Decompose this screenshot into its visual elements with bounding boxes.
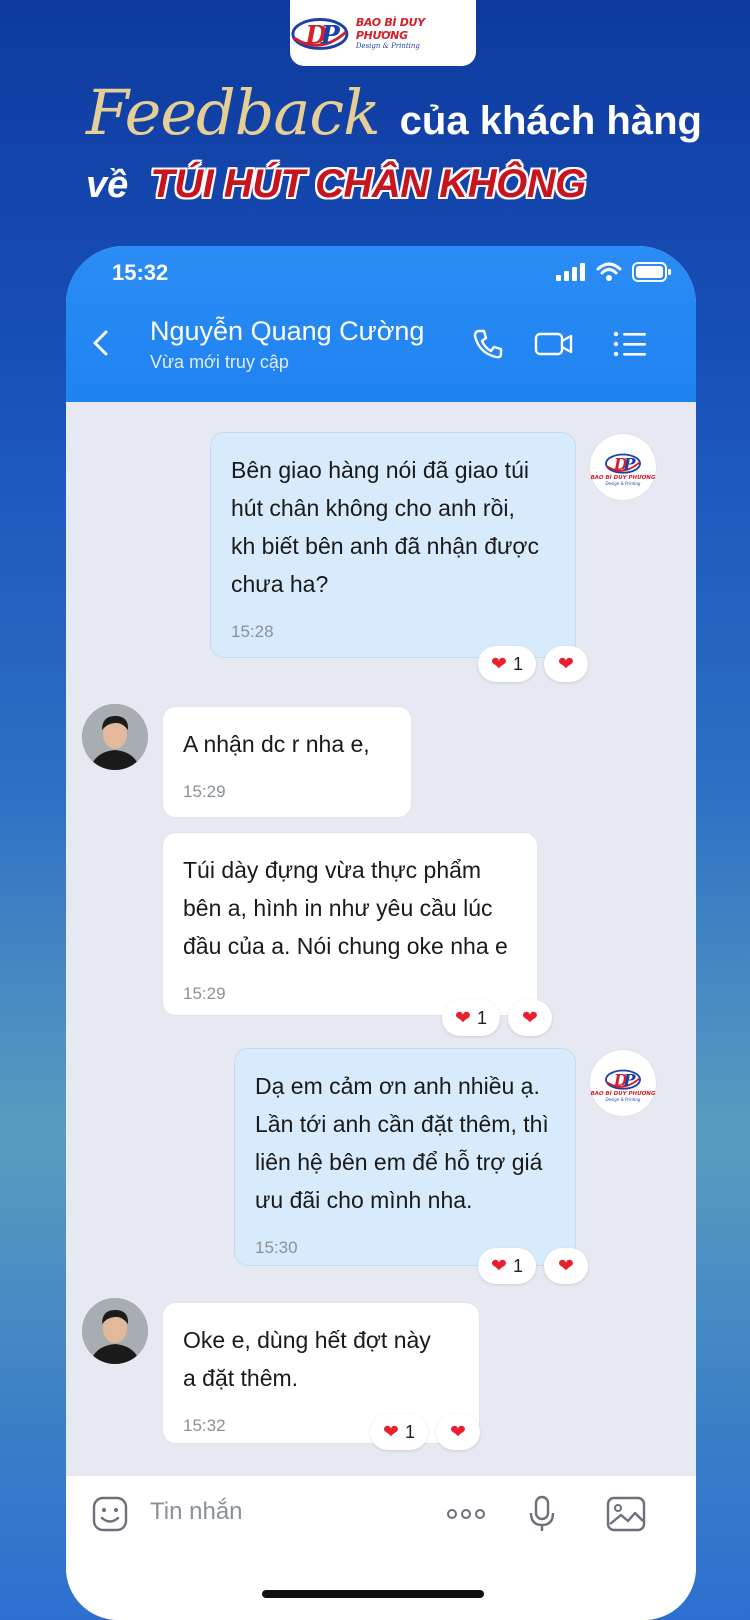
person-avatar-icon xyxy=(82,1298,148,1364)
voice-button[interactable] xyxy=(522,1494,562,1534)
reaction-count: 1 xyxy=(512,1255,523,1276)
sticker-button[interactable] xyxy=(90,1494,130,1534)
message-text: Dạ em cảm ơn anh nhiều ạ. Lần tới anh cầ… xyxy=(255,1073,549,1213)
phone-icon xyxy=(473,329,503,359)
svg-text:P: P xyxy=(623,1070,637,1089)
headline: Feedback của khách hàng về TÚI HÚT CHÂN … xyxy=(86,82,726,207)
home-indicator xyxy=(262,1590,484,1598)
message-input[interactable]: Tin nhắn xyxy=(150,1498,243,1526)
message-text: Túi dày đựng vừa thực phẩm bên a, hình i… xyxy=(183,857,508,959)
heart-icon: ❤ xyxy=(558,1255,574,1277)
chat-header: 15:32 Nguyễn Quang Cường Vừa mới truy cậ… xyxy=(66,246,696,402)
brand-logo-icon: D P xyxy=(605,453,641,473)
react-button[interactable]: ❤ xyxy=(508,1000,552,1036)
contact-name[interactable]: Nguyễn Quang Cường xyxy=(150,316,424,347)
reaction-count-badge[interactable]: ❤ 1 xyxy=(478,646,536,682)
brand-logo-icon: D P xyxy=(605,1069,641,1089)
message-text: Bên giao hàng nói đã giao túi hút chân k… xyxy=(231,457,539,597)
headline-line1: của khách hàng xyxy=(399,99,702,143)
contact-avatar[interactable] xyxy=(82,704,148,770)
reaction-count: 1 xyxy=(512,653,523,674)
person-avatar-icon xyxy=(82,704,148,770)
more-icon xyxy=(447,1509,485,1519)
message-bubble-incoming[interactable]: Túi dày đựng vừa thực phẩm bên a, hình i… xyxy=(162,832,538,1016)
svg-text:P: P xyxy=(623,454,637,473)
heart-icon: ❤ xyxy=(383,1421,399,1443)
message-bubble-incoming[interactable]: Oke e, dùng hết đợt này a đặt thêm. 15:3… xyxy=(162,1302,480,1444)
brand-name: BAO BÌ DUY PHƯƠNG xyxy=(355,16,425,42)
message-bubble-outgoing[interactable]: Bên giao hàng nói đã giao túi hút chân k… xyxy=(210,432,576,658)
headline-product: TÚI HÚT CHÂN KHÔNG xyxy=(150,162,586,206)
video-call-button[interactable] xyxy=(534,324,574,364)
heart-icon: ❤ xyxy=(491,1255,507,1277)
heart-icon: ❤ xyxy=(558,653,574,675)
heart-icon: ❤ xyxy=(455,1007,471,1029)
sticker-icon xyxy=(92,1496,128,1532)
wifi-icon xyxy=(596,262,622,281)
message-text: A nhận dc r nha e, xyxy=(183,731,370,757)
image-icon xyxy=(606,1496,646,1532)
microphone-icon xyxy=(529,1495,555,1531)
message-bubble-incoming[interactable]: A nhận dc r nha e, 15:29 xyxy=(162,706,412,818)
avatar-brand-tagline: Design & Printing xyxy=(605,480,641,486)
message-composer: Tin nhắn xyxy=(66,1476,696,1620)
status-time: 15:32 xyxy=(112,260,169,285)
video-icon xyxy=(534,332,573,356)
back-icon xyxy=(93,330,108,356)
back-button[interactable] xyxy=(86,328,116,358)
signal-icon xyxy=(556,263,585,281)
brand-tagline: Design & Printing xyxy=(355,42,420,50)
avatar-brand-tagline: Design & Printing xyxy=(605,1096,641,1102)
brand-logo: D P BAO BÌ DUY PHƯƠNG Design & Printing xyxy=(290,0,476,66)
sender-avatar-brand[interactable]: D P BAO BÌ DUY PHƯƠNG Design & Printing xyxy=(590,1050,656,1116)
reaction-count: 1 xyxy=(476,1007,487,1028)
react-button[interactable]: ❤ xyxy=(544,646,588,682)
brand-logo-mark: D P xyxy=(291,18,349,50)
chat-thread: Bên giao hàng nói đã giao túi hút chân k… xyxy=(66,402,696,1476)
more-options-button[interactable] xyxy=(446,1494,486,1534)
sender-avatar-brand[interactable]: D P BAO BÌ DUY PHƯƠNG Design & Printing xyxy=(590,434,656,500)
menu-icon xyxy=(613,331,646,357)
contact-avatar[interactable] xyxy=(82,1298,148,1364)
reaction-count-badge[interactable]: ❤ 1 xyxy=(478,1248,536,1284)
contact-status: Vừa mới truy cập xyxy=(150,352,289,372)
message-bubble-outgoing[interactable]: Dạ em cảm ơn anh nhiều ạ. Lần tới anh cầ… xyxy=(234,1048,576,1266)
heart-icon: ❤ xyxy=(522,1007,538,1029)
image-button[interactable] xyxy=(606,1494,646,1534)
headline-prefix: về xyxy=(86,164,129,206)
message-time: 15:29 xyxy=(183,782,226,801)
status-icons xyxy=(556,262,672,282)
battery-icon xyxy=(632,262,671,282)
options-button[interactable] xyxy=(610,324,650,364)
headline-script-word: Feedback xyxy=(86,76,381,149)
reaction-count: 1 xyxy=(404,1421,415,1442)
reaction-count-badge[interactable]: ❤ 1 xyxy=(370,1414,428,1450)
phone-mockup: 15:32 Nguyễn Quang Cường Vừa mới truy cậ… xyxy=(66,246,696,1620)
svg-text:P: P xyxy=(320,20,341,50)
heart-icon: ❤ xyxy=(450,1421,466,1443)
react-button[interactable]: ❤ xyxy=(436,1414,480,1450)
call-button[interactable] xyxy=(468,324,508,364)
reaction-count-badge[interactable]: ❤ 1 xyxy=(442,1000,500,1036)
react-button[interactable]: ❤ xyxy=(544,1248,588,1284)
heart-icon: ❤ xyxy=(491,653,507,675)
message-text: Oke e, dùng hết đợt này a đặt thêm. xyxy=(183,1327,431,1391)
